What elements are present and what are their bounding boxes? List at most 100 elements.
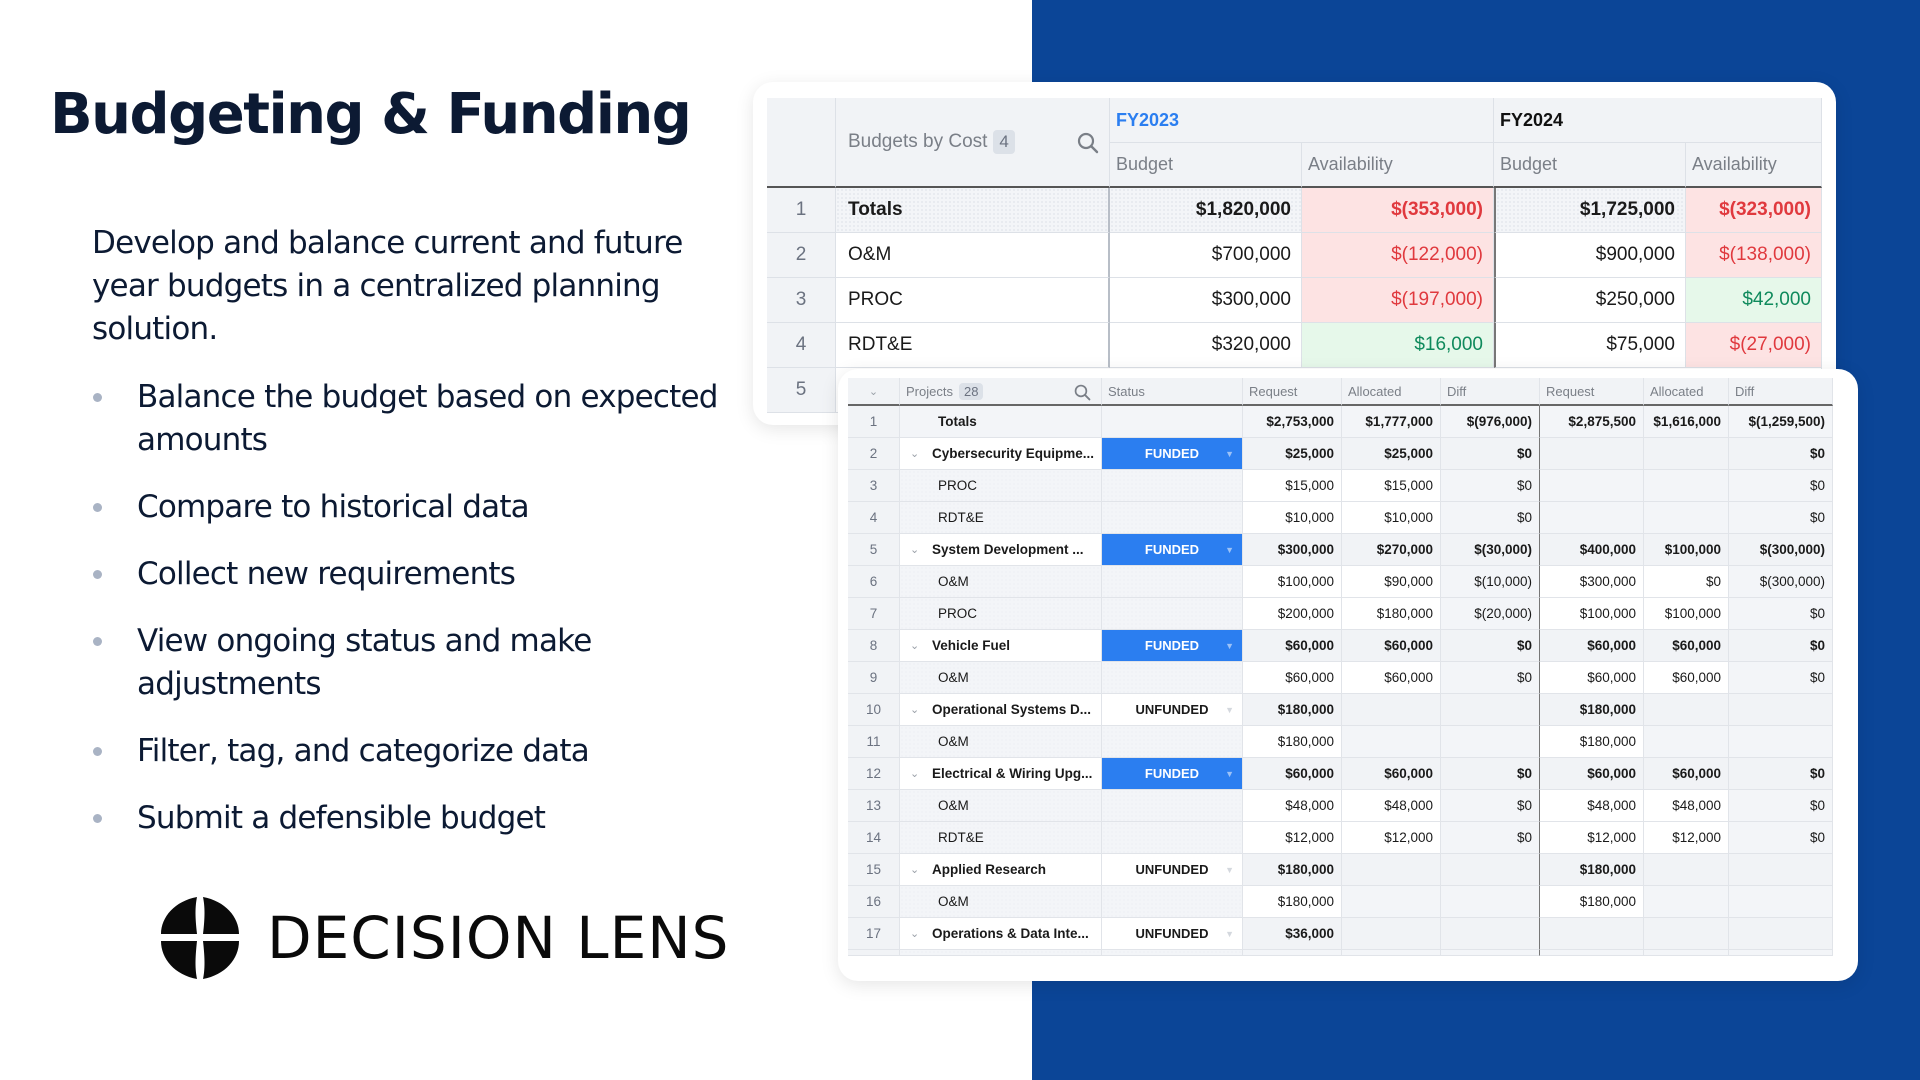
- dropdown-arrow-icon[interactable]: ▼: [1225, 705, 1234, 715]
- diff-cell[interactable]: $0: [1729, 662, 1833, 694]
- project-name-cell[interactable]: ⌄ Operations & Data Inte...: [900, 918, 1102, 950]
- project-name-cell[interactable]: ⌄ System Development ...: [900, 534, 1102, 566]
- project-name-cell[interactable]: O&M: [900, 662, 1102, 694]
- request-cell[interactable]: $12,000: [1243, 822, 1342, 854]
- request-cell[interactable]: $60,000: [1243, 758, 1342, 790]
- chevron-down-icon[interactable]: ⌄: [910, 863, 932, 876]
- allocated-cell[interactable]: [1644, 438, 1729, 470]
- allocated-header[interactable]: Allocated: [1644, 378, 1729, 406]
- table-row[interactable]: 3 PROC $300,000 $(197,000) $250,000 $42,…: [767, 278, 1822, 323]
- request-cell[interactable]: $100,000: [1540, 598, 1644, 630]
- status-dropdown[interactable]: FUNDED ▼: [1102, 438, 1243, 470]
- diff-cell[interactable]: $(20,000): [1441, 598, 1540, 630]
- request-header[interactable]: Request: [1243, 378, 1342, 406]
- diff-cell[interactable]: [1441, 694, 1540, 726]
- table-row[interactable]: 1 Totals $1,820,000 $(353,000) $1,725,00…: [767, 188, 1822, 233]
- diff-cell[interactable]: $(300,000): [1729, 534, 1833, 566]
- status-column-header[interactable]: Status: [1102, 378, 1243, 406]
- request-cell[interactable]: $300,000: [1540, 566, 1644, 598]
- project-name-cell[interactable]: ⌄ Operational Systems D...: [900, 694, 1102, 726]
- allocated-cell[interactable]: $15,000: [1342, 470, 1441, 502]
- allocated-cell[interactable]: [1644, 854, 1729, 886]
- diff-cell[interactable]: $0: [1441, 822, 1540, 854]
- cost-category-row[interactable]: 4 RDT&E $10,000 $10,000 $0 $0: [848, 502, 1833, 534]
- allocated-cell[interactable]: $12,000: [1342, 822, 1441, 854]
- dropdown-arrow-icon[interactable]: ▼: [1225, 769, 1234, 779]
- project-name-cell[interactable]: ⌄ Cybersecurity Equipme...: [900, 438, 1102, 470]
- request-cell[interactable]: $180,000: [1243, 854, 1342, 886]
- allocated-cell[interactable]: [1342, 886, 1441, 918]
- request-cell[interactable]: $60,000: [1540, 758, 1644, 790]
- diff-cell[interactable]: $0: [1441, 438, 1540, 470]
- project-name-cell[interactable]: ⌄ Electrical & Wiring Upg...: [900, 758, 1102, 790]
- allocated-cell[interactable]: $60,000: [1644, 758, 1729, 790]
- cost-category-row[interactable]: 16 O&M $180,000 $180,000: [848, 886, 1833, 918]
- chevron-down-icon[interactable]: ⌄: [910, 639, 932, 652]
- fy2024-budget-header[interactable]: Budget: [1494, 143, 1686, 188]
- project-row[interactable]: 17 ⌄ Operations & Data Inte... UNFUNDED ▼ $36…: [848, 918, 1833, 950]
- request-cell[interactable]: $400,000: [1540, 534, 1644, 566]
- diff-cell[interactable]: $0: [1729, 822, 1833, 854]
- project-row[interactable]: 10 ⌄ Operational Systems D... UNFUNDED ▼ $180…: [848, 694, 1833, 726]
- cost-category-row[interactable]: 3 PROC $15,000 $15,000 $0 $0: [848, 470, 1833, 502]
- budgets-column-header[interactable]: Budgets by Cost 4: [836, 98, 1110, 188]
- search-icon[interactable]: [1074, 384, 1091, 401]
- allocated-cell[interactable]: $180,000: [1342, 598, 1441, 630]
- request-cell[interactable]: $180,000: [1540, 886, 1644, 918]
- request-cell[interactable]: $180,000: [1243, 886, 1342, 918]
- fy2023-header[interactable]: FY2023: [1110, 98, 1494, 143]
- table-row[interactable]: 4 RDT&E $320,000 $16,000 $75,000 $(27,00…: [767, 323, 1822, 368]
- diff-cell[interactable]: $0: [1729, 470, 1833, 502]
- request-cell[interactable]: $60,000: [1540, 662, 1644, 694]
- diff-cell[interactable]: [1441, 854, 1540, 886]
- projects-column-header[interactable]: Projects 28: [900, 378, 1102, 406]
- request-cell[interactable]: $60,000: [1243, 662, 1342, 694]
- dropdown-arrow-icon[interactable]: ▼: [1225, 449, 1234, 459]
- diff-cell[interactable]: $0: [1729, 758, 1833, 790]
- diff-cell[interactable]: $0: [1729, 598, 1833, 630]
- request-header[interactable]: Request: [1540, 378, 1644, 406]
- diff-cell[interactable]: $0: [1729, 502, 1833, 534]
- status-dropdown[interactable]: UNFUNDED ▼: [1102, 854, 1243, 886]
- diff-cell[interactable]: $0: [1441, 790, 1540, 822]
- request-cell[interactable]: [1540, 438, 1644, 470]
- request-cell[interactable]: $2,753,000: [1243, 406, 1342, 438]
- chevron-down-icon[interactable]: ⌄: [910, 927, 932, 940]
- cost-category-row[interactable]: 13 O&M $48,000 $48,000 $0 $48,000 $48,000 $0: [848, 790, 1833, 822]
- request-cell[interactable]: [1540, 502, 1644, 534]
- request-cell[interactable]: $60,000: [1243, 630, 1342, 662]
- diff-cell[interactable]: $0: [1729, 438, 1833, 470]
- project-name-cell[interactable]: PROC: [900, 470, 1102, 502]
- search-icon[interactable]: [1077, 132, 1099, 154]
- diff-header[interactable]: Diff: [1441, 378, 1540, 406]
- diff-cell[interactable]: $0: [1441, 662, 1540, 694]
- allocated-cell[interactable]: $60,000: [1644, 662, 1729, 694]
- dropdown-arrow-icon[interactable]: ▼: [1225, 641, 1234, 651]
- status-dropdown[interactable]: UNFUNDED ▼: [1102, 918, 1243, 950]
- allocated-cell[interactable]: $0: [1644, 566, 1729, 598]
- allocated-cell[interactable]: $100,000: [1644, 598, 1729, 630]
- request-cell[interactable]: $2,875,500: [1540, 406, 1644, 438]
- table-row[interactable]: 2 O&M $700,000 $(122,000) $900,000 $(138…: [767, 233, 1822, 278]
- project-name-cell[interactable]: ⌄ Vehicle Fuel: [900, 630, 1102, 662]
- request-cell[interactable]: $180,000: [1540, 726, 1644, 758]
- request-cell[interactable]: $15,000: [1243, 470, 1342, 502]
- status-dropdown[interactable]: FUNDED ▼: [1102, 630, 1243, 662]
- request-cell[interactable]: $300,000: [1243, 534, 1342, 566]
- diff-cell[interactable]: $0: [1441, 630, 1540, 662]
- diff-cell[interactable]: $0: [1729, 630, 1833, 662]
- request-cell[interactable]: $25,000: [1243, 438, 1342, 470]
- allocated-cell[interactable]: [1644, 726, 1729, 758]
- project-name-cell[interactable]: O&M: [900, 566, 1102, 598]
- fy2024-availability-header[interactable]: Availability: [1686, 143, 1822, 188]
- request-cell[interactable]: $180,000: [1243, 694, 1342, 726]
- project-name-cell[interactable]: O&M: [900, 886, 1102, 918]
- diff-cell[interactable]: $(10,000): [1441, 566, 1540, 598]
- allocated-cell[interactable]: $60,000: [1342, 662, 1441, 694]
- status-dropdown[interactable]: UNFUNDED ▼: [1102, 694, 1243, 726]
- request-cell[interactable]: $48,000: [1243, 790, 1342, 822]
- dropdown-arrow-icon[interactable]: ▼: [1225, 545, 1234, 555]
- cost-category-row[interactable]: 9 O&M $60,000 $60,000 $0 $60,000 $60,000 $0: [848, 662, 1833, 694]
- project-name-cell[interactable]: O&M: [900, 726, 1102, 758]
- diff-cell[interactable]: $(976,000): [1441, 406, 1540, 438]
